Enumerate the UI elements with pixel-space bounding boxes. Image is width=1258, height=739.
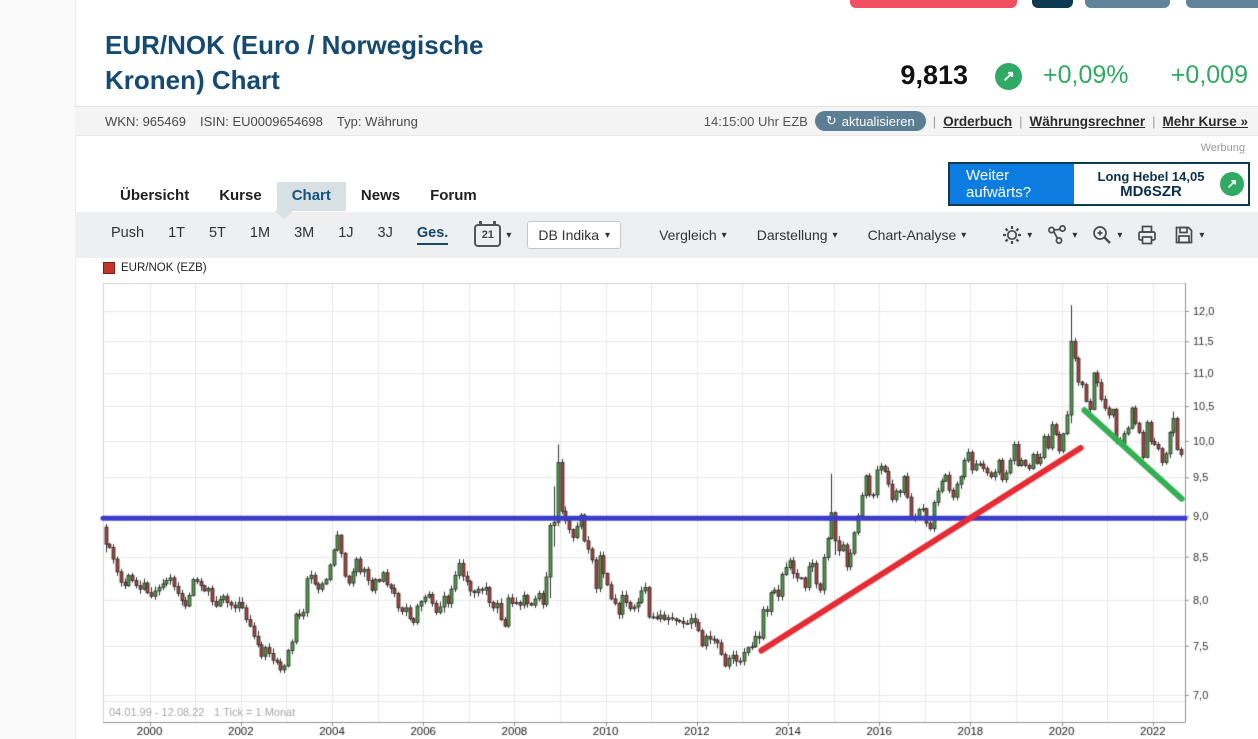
calendar-icon: 21 [474, 224, 501, 247]
eurnok-chart-page: EUR/NOK (Euro / Norwegische Kronen) Char… [0, 0, 1258, 739]
price-chart-canvas[interactable] [100, 281, 1258, 739]
chart-analyse-menu[interactable]: Chart-Analyse▾ [868, 227, 967, 243]
range-5t[interactable]: 5T [209, 225, 226, 245]
range-ges[interactable]: Ges. [417, 225, 448, 245]
darstellung-menu[interactable]: Darstellung▾ [757, 227, 838, 243]
left-margin-rail [0, 0, 76, 739]
refresh-button[interactable]: ↻ aktualisieren [815, 111, 926, 131]
ad-product-code: MD6SZR [1082, 184, 1220, 199]
ad-question: Weiter aufwärts? [950, 164, 1074, 204]
range-1j[interactable]: 1J [338, 225, 353, 245]
chevron-down-icon: ▾ [1027, 230, 1032, 241]
settings-icon [1000, 223, 1024, 247]
change-absolute: +0,009 [1148, 61, 1248, 90]
chevron-down-icon: ▾ [1117, 230, 1122, 241]
refresh-icon: ↻ [826, 113, 837, 129]
range-1m[interactable]: 1M [250, 225, 270, 245]
range-3j[interactable]: 3J [378, 225, 393, 245]
series-color-swatch [103, 262, 115, 274]
page-title-line1: EUR/NOK (Euro / Norwegische [105, 28, 625, 63]
mehr-kurse-link[interactable]: Mehr Kurse » [1162, 114, 1248, 129]
series-name: EUR/NOK (EZB) [121, 262, 207, 274]
ad-arrow-icon: ↗ [1220, 172, 1244, 196]
active-tab-notch [275, 211, 293, 219]
save-icon [1172, 223, 1196, 247]
chevron-down-icon: ▾ [605, 230, 610, 241]
range-1t[interactable]: 1T [168, 225, 185, 245]
chevron-down-icon: ▾ [506, 230, 511, 241]
chevron-down-icon: ▾ [722, 230, 727, 241]
range-selector: Push 1T 5T 1M 3M 1J 3J Ges. [111, 225, 448, 245]
chart-toolbar: Push 1T 5T 1M 3M 1J 3J Ges. 21 ▾ DB Indi… [75, 212, 1258, 258]
page-title-line2: Kronen) Chart [105, 63, 625, 98]
chevron-down-icon: ▾ [1072, 230, 1077, 241]
waehrungsrechner-link[interactable]: Währungsrechner [1030, 114, 1146, 129]
chevron-down-icon: ▾ [833, 230, 838, 241]
page-title: EUR/NOK (Euro / Norwegische Kronen) Char… [105, 28, 625, 98]
tab-forum[interactable]: Forum [415, 182, 492, 211]
section-tabs: Übersicht Kurse Chart News Forum [105, 182, 492, 211]
instrument-info-band: WKN: 965469 ISIN: EU0009654698 Typ: Währ… [75, 106, 1258, 136]
save-button[interactable]: ▾ [1172, 223, 1204, 247]
change-percent: +0,09% [1043, 61, 1129, 90]
tab-uebersicht[interactable]: Übersicht [105, 182, 204, 211]
share-icon [1045, 223, 1069, 247]
top-nav-pill-slate2[interactable] [1186, 0, 1258, 8]
instrument-ids: WKN: 965469 ISIN: EU0009654698 Typ: Währ… [105, 114, 418, 129]
indicator-dropdown[interactable]: DB Indika ▾ [527, 221, 621, 249]
orderbuch-link[interactable]: Orderbuch [943, 114, 1012, 129]
isin: ISIN: EU0009654698 [200, 114, 323, 129]
top-nav-pill-red[interactable] [850, 0, 1017, 8]
range-3m[interactable]: 3M [294, 225, 314, 245]
tab-kurse[interactable]: Kurse [204, 182, 277, 211]
ad-product-box: Long Hebel 14,05 MD6SZR ↗ [1074, 164, 1248, 204]
tab-news[interactable]: News [346, 182, 415, 211]
wkn: WKN: 965469 [105, 114, 186, 129]
chevron-down-icon: ▾ [1199, 230, 1204, 241]
ad-label: Werbung [1045, 142, 1245, 154]
quote-timestamp: 14:15:00 Uhr EZB [704, 114, 808, 129]
calendar-range-button[interactable]: 21 ▾ [474, 224, 511, 247]
ad-banner[interactable]: Weiter aufwärts? Long Hebel 14,05 MD6SZR… [948, 162, 1250, 206]
last-price: 9,813 [860, 60, 968, 91]
chevron-down-icon: ▾ [961, 230, 966, 241]
chart-legend: EUR/NOK (EZB) [103, 262, 207, 274]
top-nav-pill-slate[interactable] [1085, 0, 1170, 8]
top-nav-pill-navy[interactable] [1032, 0, 1073, 8]
vergleich-menu[interactable]: Vergleich▾ [659, 227, 727, 243]
typ: Typ: Währung [337, 114, 418, 129]
share-button[interactable]: ▾ [1045, 223, 1077, 247]
zoom-button[interactable]: ▾ [1090, 223, 1122, 247]
settings-button[interactable]: ▾ [1000, 223, 1032, 247]
range-push[interactable]: Push [111, 225, 144, 245]
tab-chart[interactable]: Chart [277, 182, 346, 211]
print-icon [1135, 223, 1159, 247]
zoom-in-icon [1090, 223, 1114, 247]
trend-up-arrow-icon: ↗ [995, 63, 1022, 90]
ad-product-line1: Long Hebel 14,05 [1082, 169, 1220, 184]
print-button[interactable] [1135, 223, 1159, 247]
